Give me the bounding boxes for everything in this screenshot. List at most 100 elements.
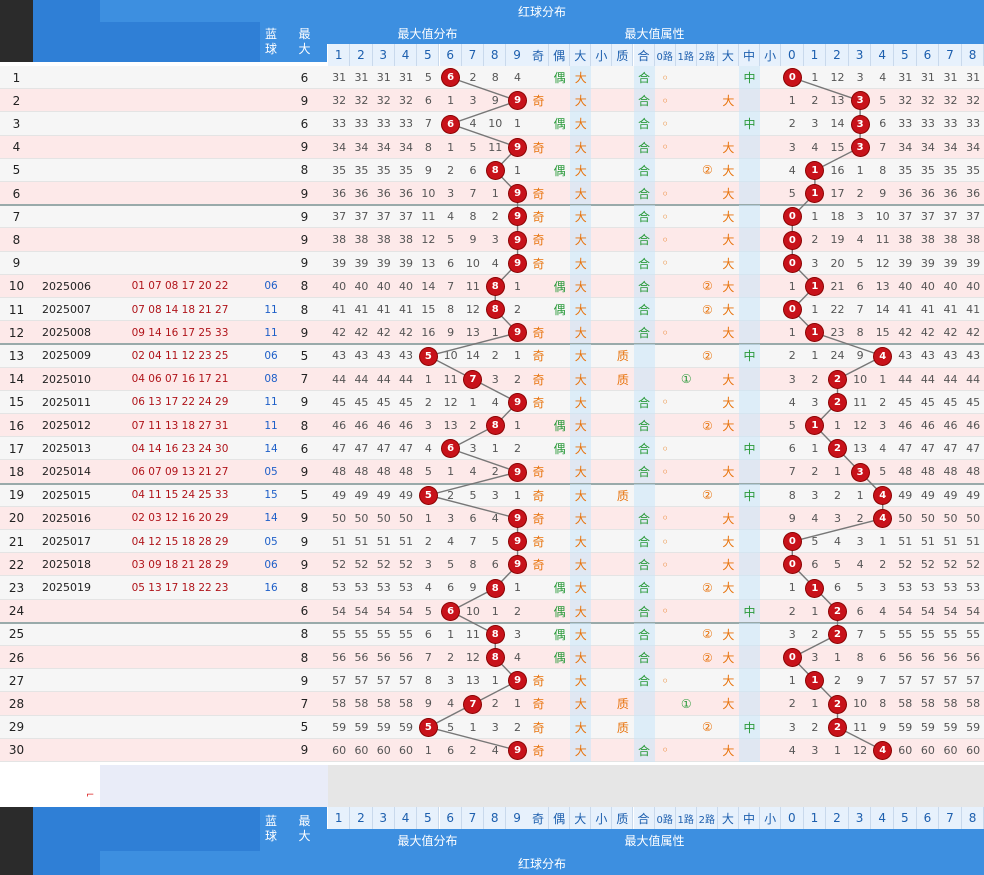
dist-col-header: 2: [350, 44, 373, 66]
red-miss: 49: [920, 488, 935, 502]
red-miss: 2: [788, 117, 796, 131]
attr-cell: [739, 274, 761, 298]
attr-cell: [655, 275, 676, 298]
dist-miss: 5: [424, 71, 432, 85]
red-miss: 59: [943, 720, 958, 734]
attr-cell: 大: [722, 627, 735, 642]
attr-cell: [739, 182, 761, 206]
attr-cell: 偶: [553, 117, 566, 132]
attr-cell: [760, 460, 781, 483]
red-col-header: 1: [803, 807, 827, 829]
attr-cell: 大: [722, 674, 735, 689]
dist-miss: 47: [354, 442, 369, 456]
red-ball: 2: [829, 695, 846, 713]
red-miss: 57: [966, 674, 981, 688]
dist-miss: 4: [469, 465, 477, 479]
dist-miss: 33: [354, 117, 369, 131]
blue-number: [260, 112, 282, 135]
red-miss: 52: [898, 558, 913, 572]
attr-cell: [612, 623, 633, 646]
dist-col-header: 9: [506, 44, 529, 66]
red-miss: 53: [966, 581, 981, 595]
dist-miss: 55: [332, 627, 347, 641]
attr-cell: [655, 159, 676, 182]
attr-cell: [591, 576, 612, 599]
drawn-numbers: [100, 739, 260, 762]
attr-cell: [549, 252, 570, 275]
max-ball: 9: [509, 509, 527, 527]
dist-miss: 55: [376, 627, 391, 641]
attr-col-header: 大: [570, 807, 592, 829]
dist-miss: 12: [465, 303, 480, 317]
red-miss: 58: [966, 697, 981, 711]
attr-cell: 大: [570, 483, 592, 507]
red-miss: 43: [966, 349, 981, 363]
attr-cell: [697, 460, 718, 483]
red-col-header: 8: [961, 44, 984, 66]
attr-cell: [633, 715, 655, 739]
max-value: 8: [300, 163, 309, 178]
attr-cell: [718, 112, 739, 135]
red-miss: 44: [943, 372, 958, 386]
blue-header: 蓝 球: [260, 22, 282, 62]
blue-number: [260, 205, 282, 228]
attr-cell: [676, 89, 697, 112]
max-value: 9: [300, 209, 309, 224]
red-title: 红球分布: [100, 0, 984, 22]
red-miss: 3: [856, 71, 864, 85]
red-miss: 52: [943, 558, 958, 572]
issue-number: [33, 89, 100, 112]
red-miss: 9: [788, 511, 796, 525]
red-col-header: 2: [826, 807, 849, 829]
dist-miss: 51: [376, 535, 391, 549]
dist-miss: 1: [514, 581, 522, 595]
attr-cell: 大: [570, 738, 592, 762]
dist-miss: 13: [443, 419, 458, 433]
red-miss: 40: [898, 279, 913, 293]
dist-miss: 1: [424, 372, 432, 386]
attr-cell: [612, 298, 633, 321]
blue-number: [260, 252, 282, 275]
attr-cell: [549, 228, 570, 251]
dist-miss: 2: [514, 604, 522, 618]
max-ball: 9: [509, 185, 527, 203]
row-index: 28: [8, 696, 25, 711]
dist-miss: 1: [447, 627, 455, 641]
attr-cell: [591, 368, 612, 391]
dist-miss: 14: [421, 279, 436, 293]
red-miss: 44: [898, 372, 913, 386]
attr-cell: [676, 228, 697, 251]
attr-cell: 大: [570, 390, 592, 414]
red-miss: 2: [788, 349, 796, 363]
attr-cell: 大: [570, 460, 592, 484]
dist-col-header: 6: [439, 44, 462, 66]
dist-miss: 9: [491, 94, 499, 108]
drawn-numbers: [100, 252, 260, 275]
red-miss: 12: [853, 419, 868, 433]
attr-cell: [697, 321, 718, 344]
attr-cell: 大: [722, 511, 735, 526]
dist-miss: 59: [399, 720, 414, 734]
row-index: 4: [12, 140, 21, 155]
attr-cell: [739, 89, 761, 113]
dist-miss: 1: [447, 465, 455, 479]
attr-cell: [760, 507, 781, 530]
attr-cell: 合: [633, 738, 655, 762]
dist-miss: 40: [332, 279, 347, 293]
dist-miss: 47: [332, 442, 347, 456]
blue-number: [260, 739, 282, 762]
red-miss: 9: [879, 720, 887, 734]
red-miss: 54: [943, 604, 958, 618]
attr-cell: [697, 112, 718, 135]
issue-number: [33, 228, 100, 251]
red-miss: 2: [811, 465, 819, 479]
red-miss: 15: [875, 326, 890, 340]
red-miss: 1: [879, 372, 887, 386]
red-miss: 35: [943, 163, 958, 177]
dist-miss: 44: [399, 372, 414, 386]
blue-number: 11: [264, 419, 278, 432]
dist-miss: 36: [376, 187, 391, 201]
attr-cell: [591, 89, 612, 112]
attr-cell: [528, 576, 549, 599]
red-miss: 58: [898, 697, 913, 711]
